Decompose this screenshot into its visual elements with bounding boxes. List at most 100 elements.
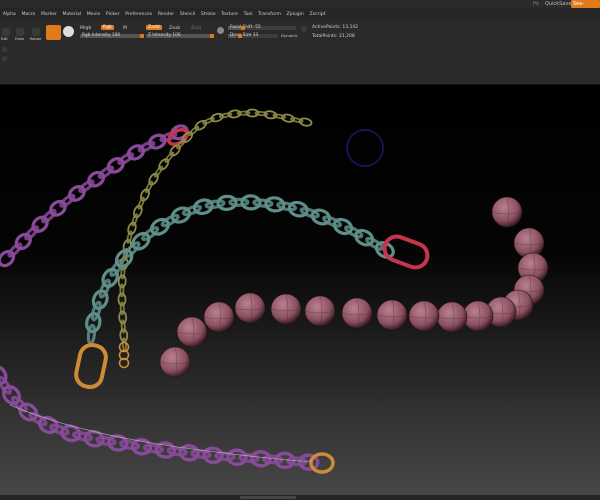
bead bbox=[408, 300, 440, 332]
title-bar: Hc QuickSave See-through bbox=[0, 0, 600, 15]
menu-item-preferences[interactable]: Preferences bbox=[122, 12, 155, 17]
zsub-toggle[interactable]: Zsub bbox=[169, 26, 180, 31]
draw-label: Draw bbox=[15, 37, 25, 41]
bead bbox=[491, 196, 523, 228]
bead bbox=[270, 293, 302, 325]
chain-link bbox=[178, 444, 200, 462]
chain-link bbox=[322, 215, 343, 228]
scene-svg bbox=[0, 108, 549, 474]
m-toggle[interactable]: M bbox=[123, 26, 127, 31]
chain-link bbox=[228, 197, 250, 207]
menu-item-texture[interactable]: Texture bbox=[218, 12, 240, 17]
chain-link bbox=[164, 151, 175, 163]
total-points-value: 21,208 bbox=[338, 34, 355, 39]
points-icon bbox=[301, 26, 307, 32]
chain-link bbox=[250, 450, 272, 468]
z-intensity-knob[interactable] bbox=[210, 34, 214, 38]
chain-link bbox=[49, 199, 67, 217]
draw-size-slider[interactable]: Draw Size 33 bbox=[228, 33, 278, 38]
menu-item-transform[interactable]: Transform bbox=[255, 12, 283, 17]
chain-link bbox=[0, 249, 16, 268]
orange-teal-end-link bbox=[74, 342, 108, 390]
bead bbox=[203, 301, 235, 333]
quicksave-button[interactable]: QuickSave bbox=[545, 0, 571, 8]
bead bbox=[376, 299, 408, 331]
draw-size-value: 33 bbox=[252, 33, 259, 38]
rotate-label: Rotate bbox=[30, 37, 42, 41]
rgb-intensity-slider[interactable]: Rgb Intensity 100 bbox=[80, 33, 144, 38]
bead bbox=[176, 316, 208, 348]
draw-button[interactable] bbox=[16, 28, 24, 36]
bottom-scroll-handle[interactable] bbox=[240, 496, 296, 499]
menu-item-alpha[interactable]: Alpha bbox=[0, 12, 19, 17]
rgb-intensity-label: Rgb Intensity bbox=[82, 33, 111, 38]
purple-chain-lower bbox=[0, 364, 320, 471]
rgb-toggle[interactable]: Rgb bbox=[101, 25, 114, 30]
z-intensity-value: 100 bbox=[172, 33, 181, 38]
menu-item-material[interactable]: Material bbox=[60, 12, 84, 17]
top-shelf: Edit Draw Rotate Mrgb Rgb M Rgb Intensit… bbox=[0, 20, 600, 100]
menu-item-stencil[interactable]: Stencil bbox=[177, 12, 198, 17]
chain-link bbox=[252, 198, 274, 208]
material-sphere-icon[interactable] bbox=[63, 26, 74, 37]
menu-item-tool[interactable]: Tool bbox=[241, 12, 256, 17]
focal-shift-value: -55 bbox=[253, 25, 261, 30]
help-label[interactable]: Hc bbox=[533, 0, 540, 8]
zcut-toggle[interactable]: Zcut bbox=[191, 26, 201, 31]
rgb-intensity-value: 100 bbox=[111, 33, 121, 38]
bead bbox=[462, 300, 494, 332]
chain-link bbox=[202, 446, 224, 464]
brush-sphere-icon[interactable] bbox=[46, 25, 61, 40]
menu-item-render[interactable]: Render bbox=[155, 12, 177, 17]
z-intensity-label: Z Intensity bbox=[148, 33, 172, 38]
chain-link bbox=[31, 215, 49, 233]
active-points-label: ActivePoints: 13,142 bbox=[312, 25, 359, 30]
seethrough-slider[interactable]: See-through bbox=[571, 0, 600, 15]
mrgb-toggle[interactable]: Mrgb bbox=[80, 26, 91, 31]
brush-cursor bbox=[346, 129, 384, 167]
chain-link bbox=[14, 232, 32, 251]
edit-label: Edit bbox=[1, 37, 8, 41]
draw-size-knob[interactable] bbox=[238, 34, 242, 38]
rgb-intensity-knob[interactable] bbox=[140, 34, 144, 38]
chain-link bbox=[86, 323, 97, 345]
chain-link bbox=[240, 194, 262, 211]
layer-icon[interactable] bbox=[2, 56, 7, 61]
active-points-value: 13,142 bbox=[342, 25, 359, 30]
chain-link bbox=[226, 448, 248, 466]
focal-shift-knob[interactable] bbox=[241, 26, 245, 30]
purple-chain-upper bbox=[0, 124, 189, 268]
menu-item-picker[interactable]: Picker bbox=[103, 12, 122, 17]
bead bbox=[234, 292, 266, 324]
bead-chain bbox=[159, 196, 549, 378]
menu-item-movie[interactable]: Movie bbox=[84, 12, 103, 17]
bead bbox=[436, 301, 468, 333]
menu-item-marker[interactable]: Marker bbox=[38, 12, 59, 17]
bead bbox=[304, 295, 336, 327]
total-points-label: TotalPoints: 21,208 bbox=[312, 34, 355, 39]
chain-link bbox=[169, 144, 181, 157]
edit-button[interactable] bbox=[2, 28, 10, 36]
chain-link bbox=[121, 337, 127, 352]
menu-item-stroke[interactable]: Stroke bbox=[198, 12, 218, 17]
chain-link bbox=[216, 194, 238, 211]
dynamic-toggle[interactable]: Dynamic bbox=[281, 33, 298, 38]
menu-bar: Alpha Macro Marker Material Movie Picker Prefe… bbox=[0, 8, 600, 20]
menu-item-zplugin[interactable]: Zplugin bbox=[284, 12, 307, 17]
bead bbox=[341, 297, 373, 329]
chain-link bbox=[188, 125, 200, 136]
bead bbox=[159, 346, 191, 378]
focal-shift-slider[interactable]: Focal Shift -55 bbox=[228, 25, 296, 30]
chain-link bbox=[98, 278, 111, 299]
red-teal-end-link bbox=[382, 234, 430, 270]
gear-icon[interactable] bbox=[2, 47, 7, 52]
rotate-button[interactable] bbox=[32, 28, 40, 36]
viewport-canvas[interactable] bbox=[0, 85, 600, 495]
orange-lower-end-link bbox=[309, 452, 335, 474]
menu-item-macro[interactable]: Macro bbox=[19, 12, 39, 17]
z-intensity-slider[interactable]: Z Intensity 100 bbox=[146, 33, 214, 38]
rgb-color-icon[interactable] bbox=[217, 27, 224, 34]
bottom-bar bbox=[0, 495, 600, 500]
menu-item-zscript[interactable]: Zscript bbox=[307, 12, 329, 17]
zadd-toggle[interactable]: Zadd bbox=[146, 25, 162, 30]
